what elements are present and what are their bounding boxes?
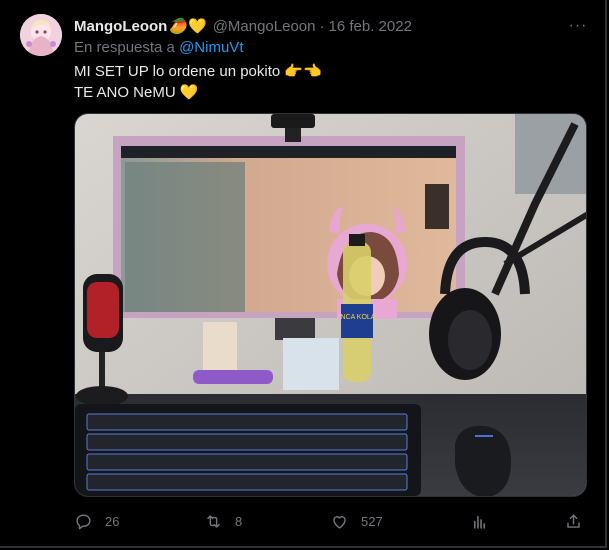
avatar[interactable] — [20, 14, 62, 56]
reply-prefix: En respuesta a — [74, 39, 180, 56]
tweet-text-line: MI SET UP lo ordene un pokito 👉👈 — [74, 63, 322, 80]
avatar-image — [20, 14, 62, 56]
like-button[interactable]: 527 — [330, 508, 383, 534]
setup-photo: INCA KOLA — [75, 114, 586, 496]
tweet-text: MI SET UP lo ordene un pokito 👉👈 TE ANO … — [74, 61, 322, 103]
retweet-count: 8 — [235, 513, 243, 529]
more-icon[interactable]: ··· — [566, 16, 590, 36]
reply-button[interactable]: 26 — [74, 508, 119, 534]
like-count: 527 — [361, 513, 383, 529]
reply-count: 26 — [105, 513, 120, 529]
separator-dot: · — [319, 17, 325, 35]
retweet-icon — [207, 514, 220, 528]
reply-icon — [76, 513, 91, 529]
tweet-photo[interactable]: INCA KOLA — [74, 113, 587, 497]
share-button[interactable] — [564, 508, 583, 534]
analytics-icon — [473, 515, 486, 529]
retweet-button[interactable]: 8 — [204, 508, 242, 534]
author-emojis: 🥭💛 — [169, 18, 207, 35]
author-handle[interactable]: @MangoLeoon — [213, 18, 316, 35]
tweet-text-line: TE ANO NeMU 💛 — [74, 84, 199, 101]
analytics-button[interactable] — [470, 508, 489, 534]
tweet-header: MangoLeoon 🥭💛 @MangoLeoon · 16 feb. 2022 — [74, 16, 412, 36]
author-name[interactable]: MangoLeoon — [74, 18, 167, 35]
reply-mention-link[interactable]: @NimuVt — [179, 39, 243, 56]
tweet-date[interactable]: 16 feb. 2022 — [329, 18, 412, 35]
heart-icon — [333, 515, 346, 529]
share-icon — [567, 513, 580, 528]
bottle-label: INCA KOLA — [339, 314, 376, 321]
reply-context: En respuesta a @NimuVt — [74, 39, 243, 56]
tweet-actions: 26 8 527 — [72, 508, 592, 534]
